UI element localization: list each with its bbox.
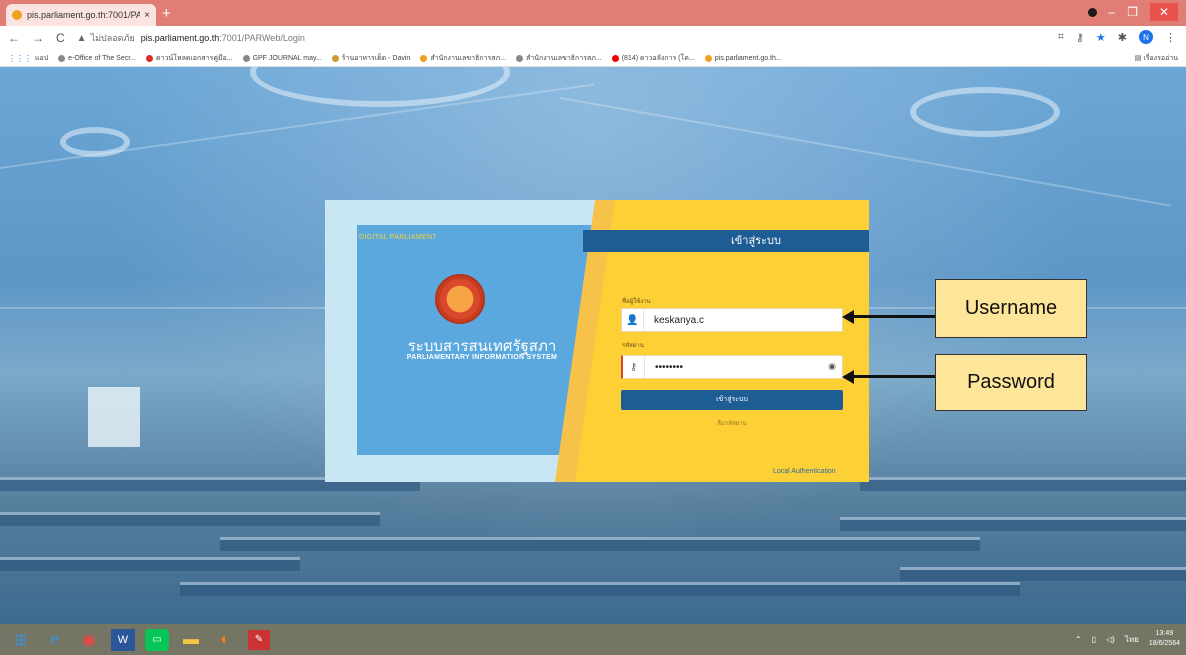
url-path: :7001/PARWeb/Login [219,33,305,43]
browser-tab[interactable]: pis.parliament.go.th:7001/PARW... × [6,4,156,26]
address-bar: ← → C ▲ ไม่ปลอดภัย pis.parliament.go.th:… [0,26,1186,50]
site-favicon-icon [12,10,22,20]
windows-start-icon[interactable]: ⊞ [4,626,38,654]
url-host: pis.parliament.go.th [140,33,220,43]
seat-row [900,567,1186,581]
close-window-icon[interactable]: ✕ [1150,3,1178,21]
maximize-icon[interactable]: ❐ [1127,5,1138,19]
word-icon[interactable]: W [111,628,135,651]
language-indicator[interactable]: ไทย [1125,633,1139,646]
bookmark-star-icon[interactable]: ★ [1096,31,1106,44]
clock-date: 18/6/2564 [1148,640,1180,647]
user-icon: 👤 [622,309,644,331]
screen-panel [88,387,140,447]
username-arrow [850,315,936,318]
seat-row [860,477,1186,491]
ceiling-beam [559,97,1171,207]
password-field[interactable]: ⚷ •••••••• ◉ [621,355,843,379]
bookmark-item[interactable]: (814) ดาวอลังการ (โค... [611,53,695,64]
site-icon [331,54,339,62]
nav-buttons: ← → C [8,31,65,45]
parliament-seal-icon [435,274,485,324]
file-explorer-icon[interactable]: ▬ [174,626,208,654]
internet-explorer-icon[interactable]: e [38,626,72,654]
bookmark-item[interactable]: สำนักงานเลขาธิการสภ... [420,53,506,64]
seat-row [0,512,380,526]
bookmark-item[interactable]: pis.parliament.go.th... [704,54,782,62]
toolbar-right: ⌗ ⚷ ★ ✱ N ⋮ [1058,30,1176,44]
system-tray: ⌃ ▯ ◁) ไทย 13:49 18/6/2564 [1075,629,1180,649]
youtube-icon [611,54,619,62]
seat-row [180,582,1020,596]
username-field[interactable]: 👤 keskanya.c [621,308,843,332]
forgot-password-link[interactable]: ลืมรหัสผ่าน [621,418,843,428]
apps-icon: ⋮⋮⋮ [8,53,32,63]
login-header: เข้าสู่ระบบ [583,230,869,252]
record-icon[interactable] [1087,7,1097,17]
firefox-icon[interactable]: ◐ [208,626,242,654]
line-icon[interactable]: ▭ [145,628,169,651]
tab-strip: pis.parliament.go.th:7001/PARW... × + – … [0,0,1186,26]
seat-row [840,517,1186,531]
globe-icon [516,54,524,62]
back-icon[interactable]: ← [8,31,20,45]
window-controls: – ❐ ✕ [1087,3,1178,21]
reading-list[interactable]: ▤ เรื่องรออ่าน [1134,53,1178,64]
password-callout: Password [935,354,1087,411]
tab-title: pis.parliament.go.th:7001/PARW... [27,10,141,20]
username-arrowhead [842,310,854,324]
password-arrowhead [842,370,854,384]
url-field[interactable]: pis.parliament.go.th:7001/PARWeb/Login [141,33,305,43]
username-callout: Username [935,279,1087,338]
seat-row [220,537,980,551]
gmail-icon [146,54,154,62]
password-arrow [850,375,936,378]
menu-icon[interactable]: ⋮ [1165,31,1176,44]
username-value: keskanya.c [654,314,705,326]
site-icon [420,54,428,62]
taskbar: ⊞ e ◉ W ▭ ▬ ◐ ✎ ⌃ ▯ ◁) ไทย 13:49 18/6/25… [0,624,1186,655]
show-password-icon[interactable]: ◉ [828,361,836,372]
chrome-icon[interactable]: ◉ [72,626,106,654]
clock[interactable]: 13:49 18/6/2564 [1149,629,1180,649]
username-label: ชื่อผู้ใช้งาน [622,299,651,305]
profile-avatar[interactable]: N [1139,30,1153,44]
volume-icon[interactable]: ◁) [1106,635,1115,644]
bookmark-item[interactable]: ร้านอาหารเด็ด - Davin [331,53,410,64]
key-icon: ⚷ [623,356,645,378]
security-indicator[interactable]: ▲ ไม่ปลอดภัย [77,31,135,45]
login-card: DIGITAL PARLIAMENT ระบบสารสนเทศรัฐสภา PA… [325,200,869,482]
new-tab-button[interactable]: + [162,5,171,22]
site-favicon-icon [704,54,712,62]
bookmark-item[interactable]: GPF JOURNAL may... [242,54,322,62]
password-label: รหัสผ่าน [622,343,644,349]
password-value: •••••••• [655,361,684,373]
forward-icon[interactable]: → [32,31,44,45]
minimize-icon[interactable]: – [1109,5,1116,19]
network-icon[interactable]: ▯ [1092,635,1096,644]
seat-row [0,557,300,571]
globe-icon [242,54,250,62]
local-auth-link[interactable]: Local Authentication [773,468,836,475]
bookmark-item[interactable]: ดาวน์โหลดเอกสารคู่มือ... [146,53,233,64]
pdf-icon[interactable]: ✎ [248,629,270,650]
bookmark-item[interactable]: สำนักงานเลขาธิการสภ... [516,53,602,64]
system-name-en: PARLIAMENTARY INFORMATION SYSTEM [406,354,558,361]
bookmarks-bar: ⋮⋮⋮ แอป e-Office of The Secr... ดาวน์โหลด… [0,50,1186,67]
bookmark-item[interactable]: ⋮⋮⋮ แอป [8,53,48,64]
key-icon[interactable]: ⚷ [1076,31,1084,44]
login-button[interactable]: เข้าสู่ระบบ [621,390,843,410]
translate-icon[interactable]: ⌗ [1058,31,1064,44]
clock-time: 13:49 [1155,630,1174,637]
security-label: ไม่ปลอดภัย [90,33,135,43]
tray-up-icon[interactable]: ⌃ [1075,635,1082,644]
ceiling-light [910,87,1060,137]
bookmark-item[interactable]: e-Office of The Secr... [58,54,136,62]
reload-icon[interactable]: C [56,31,65,45]
extensions-icon[interactable]: ✱ [1118,31,1127,44]
warning-icon: ▲ [76,32,87,44]
globe-icon [58,54,66,62]
brand-label: DIGITAL PARLIAMENT [359,234,438,241]
close-tab-icon[interactable]: × [144,10,150,21]
